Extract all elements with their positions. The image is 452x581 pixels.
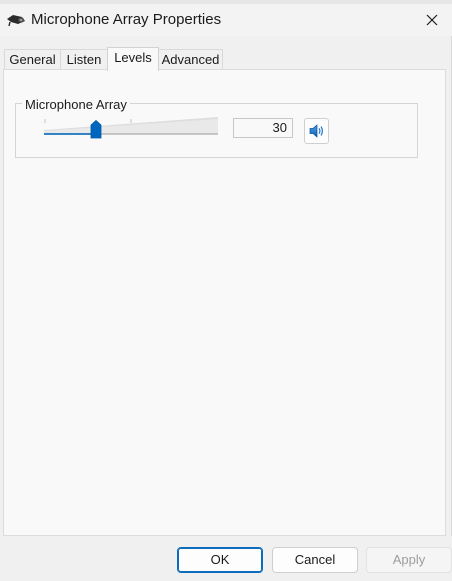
close-button[interactable] — [418, 6, 446, 34]
volume-slider-thumb[interactable] — [90, 120, 102, 139]
title-bar: Microphone Array Properties — [0, 4, 452, 36]
mute-button[interactable] — [304, 118, 329, 144]
speaker-icon — [309, 124, 323, 138]
tab-general[interactable]: General — [4, 49, 61, 69]
volume-slider-track[interactable] — [44, 117, 218, 135]
close-icon — [426, 14, 438, 26]
dialog-footer: OK Cancel Apply — [0, 536, 452, 581]
tab-listen[interactable]: Listen — [60, 49, 108, 69]
levels-panel: Microphone Array 30 — [3, 69, 446, 536]
level-value-field[interactable]: 30 — [233, 118, 293, 138]
tab-levels[interactable]: Levels — [107, 47, 159, 71]
cancel-button[interactable]: Cancel — [272, 547, 358, 573]
properties-dialog: Microphone Array Properties General List… — [0, 0, 452, 581]
apply-button[interactable]: Apply — [366, 547, 452, 573]
microphone-icon — [6, 12, 26, 28]
ok-button[interactable]: OK — [177, 547, 263, 573]
group-label: Microphone Array — [22, 97, 130, 112]
window-title: Microphone Array Properties — [31, 11, 222, 28]
tab-advanced[interactable]: Advanced — [158, 49, 223, 69]
